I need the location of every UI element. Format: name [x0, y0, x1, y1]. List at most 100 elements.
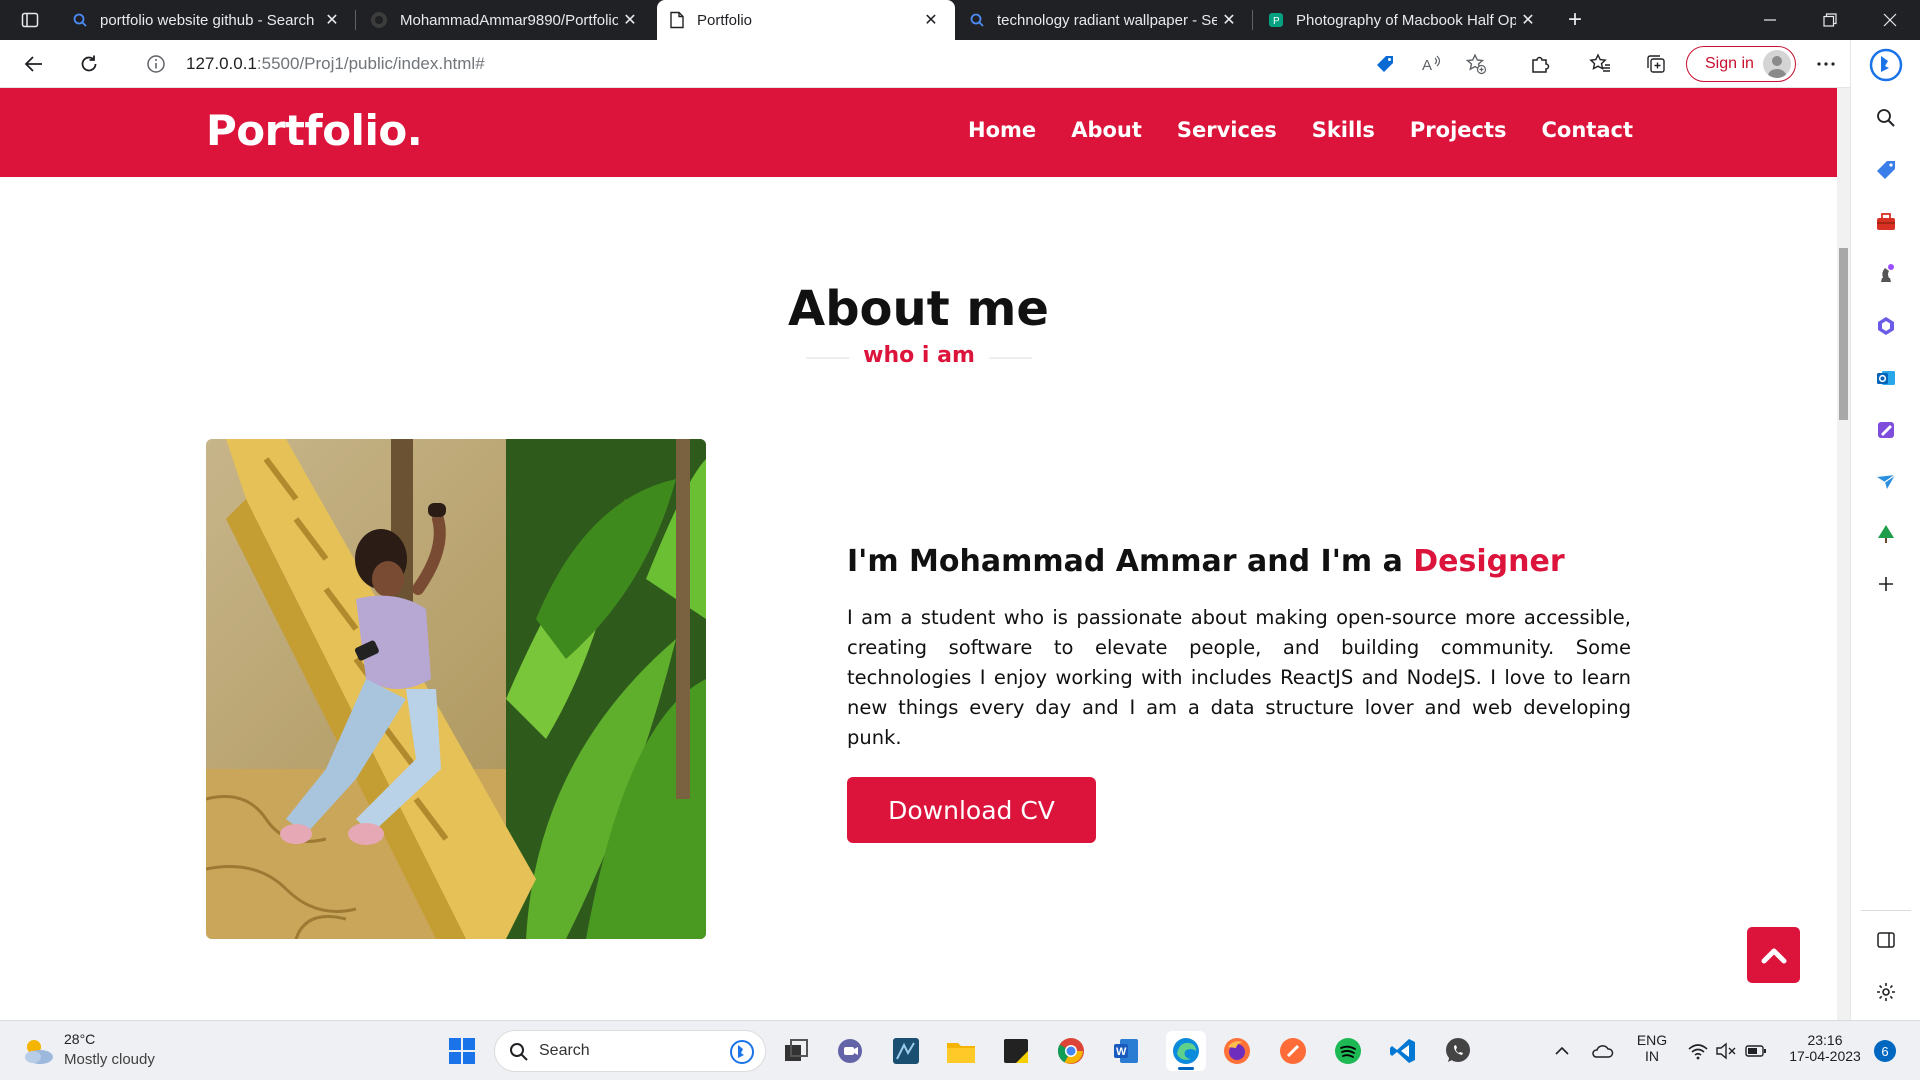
tab-portfolio-active[interactable]: Portfolio ✕ — [657, 0, 955, 40]
tab-wallpaper-search[interactable]: technology radiant wallpaper - Search ✕ — [957, 0, 1253, 40]
nav-about[interactable]: About — [1071, 118, 1142, 142]
sticky-notes-icon — [1004, 1039, 1028, 1063]
vscode-button[interactable] — [1387, 1035, 1419, 1067]
github-icon — [371, 12, 387, 28]
nav-contact[interactable]: Contact — [1542, 118, 1634, 142]
region-code: IN — [1645, 1048, 1659, 1064]
sidebar-search-button[interactable] — [1872, 104, 1900, 132]
sticky-notes-button[interactable] — [1000, 1035, 1032, 1067]
sidebar-outlook-button[interactable] — [1872, 364, 1900, 392]
sidebar-hide-button[interactable] — [1872, 926, 1900, 954]
microsoft-365-icon — [1878, 317, 1894, 335]
scrollbar-thumb[interactable] — [1839, 248, 1848, 420]
edge-button[interactable] — [1166, 1031, 1206, 1071]
tab-title: MohammadAmmar9890/Portfolio — [400, 11, 618, 29]
svg-text:A: A — [1422, 57, 1432, 74]
sidebar-shopping-button[interactable] — [1872, 156, 1900, 184]
close-icon[interactable]: ✕ — [1217, 8, 1241, 32]
sidebar-games-button[interactable] — [1872, 260, 1900, 288]
sidebar-send-button[interactable] — [1872, 468, 1900, 496]
avatar — [1763, 50, 1791, 78]
sidebar-settings-button[interactable] — [1872, 978, 1900, 1006]
file-explorer-button[interactable] — [945, 1035, 977, 1067]
scroll-to-top-button[interactable] — [1747, 927, 1800, 983]
bing-chat-button[interactable] — [1869, 48, 1903, 82]
notification-badge[interactable]: 6 — [1874, 1040, 1896, 1062]
more-horizontal-icon — [1817, 62, 1835, 66]
svg-text:W: W — [1116, 1046, 1127, 1058]
sign-in-button[interactable]: Sign in — [1686, 46, 1796, 82]
weather-widget[interactable]: 28°C Mostly cloudy — [20, 1031, 200, 1071]
close-icon[interactable]: ✕ — [919, 8, 943, 32]
nav-skills[interactable]: Skills — [1312, 118, 1375, 142]
battery-button[interactable] — [1740, 1035, 1772, 1067]
refresh-button[interactable] — [73, 48, 105, 80]
language-indicator[interactable]: ENG IN — [1632, 1032, 1672, 1064]
close-icon[interactable]: ✕ — [618, 8, 642, 32]
sidebar-add-button[interactable] — [1872, 570, 1900, 598]
word-button[interactable]: W — [1110, 1035, 1142, 1067]
extensions-button[interactable] — [1524, 48, 1556, 80]
back-button[interactable] — [18, 48, 50, 80]
arrow-left-icon — [24, 56, 42, 72]
favorites-button[interactable] — [1584, 48, 1616, 80]
teams-chat-button[interactable] — [834, 1035, 866, 1067]
windows-taskbar: 28°C Mostly cloudy Search W ENG IN 23:16… — [0, 1020, 1920, 1080]
taskbar-search-label: Search — [539, 1042, 590, 1059]
mysql-workbench-button[interactable] — [890, 1035, 922, 1067]
info-icon[interactable] — [146, 54, 166, 74]
url-path: :5500/Proj1/public/index.html# — [256, 54, 485, 73]
spotify-button[interactable] — [1332, 1035, 1364, 1067]
firefox-button[interactable] — [1221, 1035, 1253, 1067]
nav-projects[interactable]: Projects — [1410, 118, 1507, 142]
chrome-button[interactable] — [1055, 1035, 1087, 1067]
settings-more-button[interactable] — [1810, 48, 1842, 80]
tab-portfolio-search[interactable]: portfolio website github - Search ✕ — [60, 0, 356, 40]
taskbar-search[interactable]: Search — [494, 1030, 766, 1072]
show-hidden-icons-button[interactable] — [1546, 1035, 1578, 1067]
shopping-tag-icon[interactable] — [1374, 53, 1396, 75]
clock[interactable]: 23:16 17-04-2023 — [1780, 1032, 1870, 1064]
tab-actions-button[interactable] — [12, 6, 48, 34]
close-icon[interactable]: ✕ — [1516, 8, 1540, 32]
sidebar-office-button[interactable] — [1872, 312, 1900, 340]
close-window-button[interactable] — [1860, 0, 1920, 40]
site-logo[interactable]: Portfolio. — [206, 106, 423, 155]
address-bar[interactable]: 127.0.0.1:5500/Proj1/public/index.html# — [124, 44, 1400, 84]
new-tab-button[interactable]: + — [1560, 6, 1590, 34]
restore-button[interactable] — [1800, 0, 1860, 40]
chess-piece-icon — [1881, 264, 1894, 282]
sidebar-designer-button[interactable] — [1872, 416, 1900, 444]
gear-icon — [1877, 983, 1895, 1001]
sidebar-tree-button[interactable] — [1872, 520, 1900, 548]
whatsapp-icon — [1446, 1038, 1470, 1062]
task-view-button[interactable] — [780, 1035, 812, 1067]
page-scrollbar[interactable] — [1837, 88, 1850, 1020]
close-icon[interactable]: ✕ — [320, 8, 344, 32]
read-aloud-button[interactable]: A — [1416, 48, 1448, 80]
about-heading: I'm Mohammad Ammar and I'm a Designer — [847, 544, 1565, 579]
collections-icon — [1647, 55, 1665, 73]
minimize-button[interactable] — [1740, 0, 1800, 40]
read-aloud-icon: A — [1422, 55, 1441, 74]
sidebar-tools-button[interactable] — [1872, 208, 1900, 236]
onedrive-button[interactable] — [1586, 1035, 1618, 1067]
postman-button[interactable] — [1277, 1035, 1309, 1067]
volume-button[interactable] — [1710, 1035, 1742, 1067]
tab-github[interactable]: MohammadAmmar9890/Portfolio ✕ — [358, 0, 654, 40]
windows-logo-icon — [449, 1038, 475, 1064]
nav-home[interactable]: Home — [968, 118, 1036, 142]
nav-services[interactable]: Services — [1177, 118, 1277, 142]
weather-temperature: 28°C — [64, 1031, 96, 1047]
section-title: About me — [788, 281, 1049, 337]
collections-button[interactable] — [1640, 48, 1672, 80]
start-button[interactable] — [446, 1035, 478, 1067]
cloud-icon — [1592, 1045, 1614, 1058]
add-favorite-button[interactable] — [1460, 48, 1492, 80]
whatsapp-button[interactable] — [1442, 1035, 1474, 1067]
tab-pexels[interactable]: P Photography of Macbook Half Open ✕ — [1256, 0, 1552, 40]
search-icon — [510, 1043, 528, 1061]
profile-photo-illustration — [206, 439, 706, 939]
toolbox-icon — [1877, 213, 1895, 230]
download-cv-button[interactable]: Download CV — [847, 777, 1096, 843]
